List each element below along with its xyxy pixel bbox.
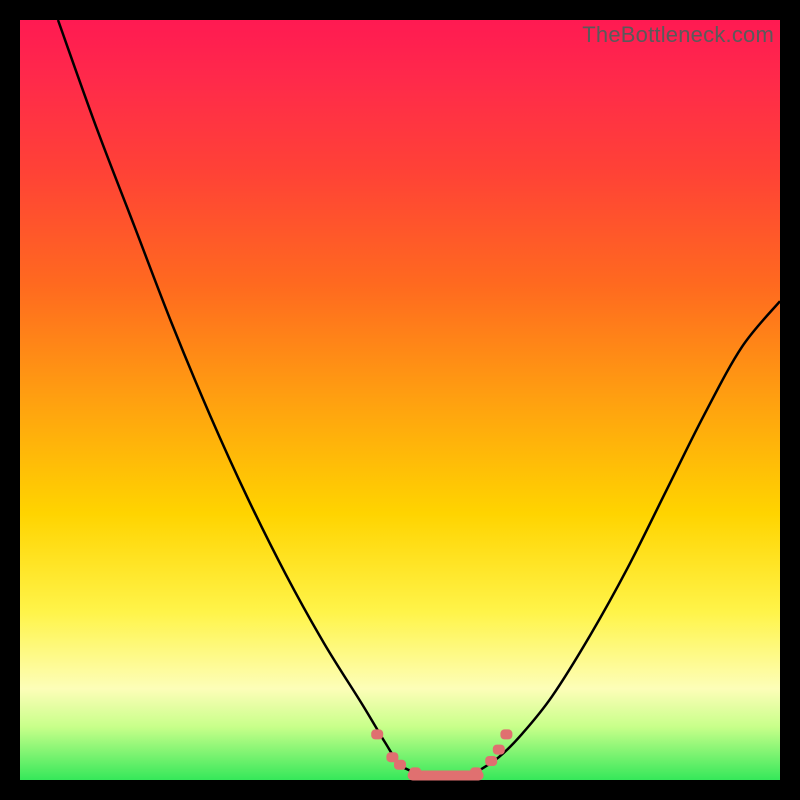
marker-dot bbox=[424, 770, 436, 780]
curve-layer bbox=[20, 20, 780, 780]
marker-dot bbox=[455, 770, 467, 780]
marker-dot bbox=[470, 767, 482, 777]
marker-dot bbox=[493, 745, 505, 755]
marker-dot bbox=[485, 756, 497, 766]
marker-dot bbox=[440, 770, 452, 780]
marker-dot bbox=[371, 729, 383, 739]
left-curve-path bbox=[58, 20, 415, 772]
plot-area: TheBottleneck.com bbox=[20, 20, 780, 780]
right-curve-path bbox=[476, 301, 780, 772]
marker-dot bbox=[394, 760, 406, 770]
marker-group bbox=[371, 729, 512, 780]
marker-dot bbox=[500, 729, 512, 739]
chart-frame: TheBottleneck.com bbox=[0, 0, 800, 800]
marker-dot bbox=[409, 767, 421, 777]
